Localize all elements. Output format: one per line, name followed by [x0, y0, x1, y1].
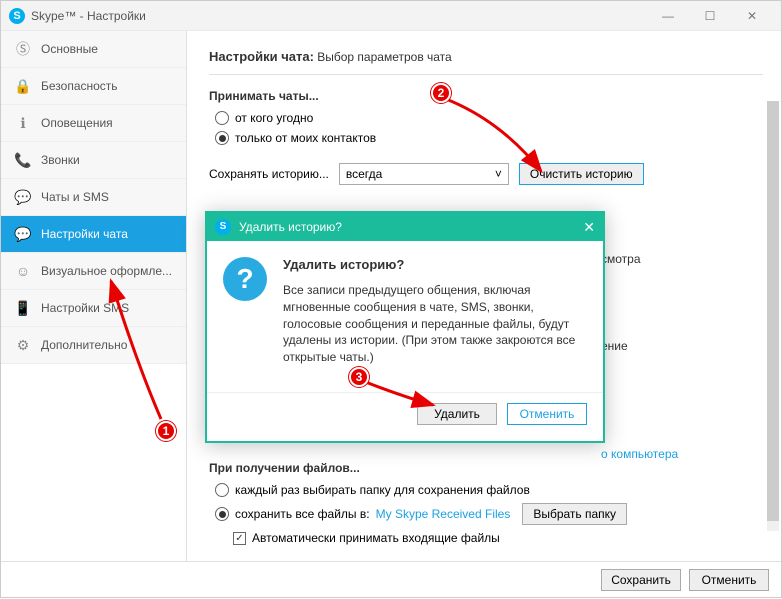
skype-logo-icon: S [215, 219, 231, 235]
files-ask-radio[interactable]: каждый раз выбирать папку для сохранения… [215, 483, 763, 497]
history-select[interactable]: всегда ˅ [339, 163, 509, 185]
sidebar-item-general[interactable]: Ⓢ Основные [1, 31, 186, 68]
radio-label: от кого угодно [235, 111, 313, 125]
dialog-message: Все записи предыдущего общения, включая … [283, 282, 587, 366]
sidebar-item-chat-settings[interactable]: 💬 Настройки чата [1, 216, 186, 253]
smile-icon: ☺ [15, 263, 31, 279]
sidebar-item-label: Настройки чата [41, 227, 128, 241]
accept-chats-title: Принимать чаты... [209, 89, 763, 103]
dialog-titlebar: S Удалить историю? ✕ [207, 213, 603, 241]
radio-label: сохранить все файлы в: [235, 507, 370, 521]
auto-accept-checkbox[interactable]: Автоматически принимать входящие файлы [233, 531, 763, 545]
choose-folder-button[interactable]: Выбрать папку [522, 503, 627, 525]
page-title: Настройки чата: Выбор параметров чата [209, 49, 763, 64]
window-title: Skype™ - Настройки [31, 9, 146, 23]
window-controls: — ☐ ✕ [647, 2, 773, 30]
sidebar-item-label: Чаты и SMS [41, 190, 109, 204]
dialog-footer: Сохранить Отменить [1, 561, 781, 597]
annotation-badge-3: 3 [349, 367, 369, 387]
delete-history-dialog: S Удалить историю? ✕ ? Удалить историю? … [205, 211, 605, 443]
divider [209, 74, 763, 75]
clear-history-button[interactable]: Очистить историю [519, 163, 644, 185]
sidebar-item-notifications[interactable]: ℹ Оповещения [1, 105, 186, 142]
accept-contacts-radio[interactable]: только от моих контактов [215, 131, 763, 145]
sidebar-item-visual[interactable]: ☺ Визуальное оформле... [1, 253, 186, 290]
annotation-badge-1: 1 [156, 421, 176, 441]
scrollbar-thumb[interactable] [767, 101, 779, 521]
question-icon: ? [223, 257, 267, 301]
chat-bubble-icon: 💬 [15, 226, 31, 243]
content-scrollbar[interactable] [767, 101, 779, 531]
select-value: всегда [346, 167, 382, 181]
dialog-cancel-button[interactable]: Отменить [507, 403, 587, 425]
accept-anyone-radio[interactable]: от кого угодно [215, 111, 763, 125]
mobile-icon: 📱 [15, 300, 31, 317]
dialog-body: ? Удалить историю? Все записи предыдущег… [207, 241, 603, 382]
radio-icon [215, 111, 229, 125]
radio-icon [215, 483, 229, 497]
sidebar-item-security[interactable]: 🔒 Безопасность [1, 68, 186, 105]
sidebar-item-label: Настройки SMS [41, 301, 129, 315]
files-save-radio[interactable]: сохранить все файлы в: My Skype Received… [215, 503, 763, 525]
minimize-button[interactable]: — [647, 2, 689, 30]
dialog-close-button[interactable]: ✕ [583, 219, 595, 236]
sidebar-item-label: Основные [41, 42, 98, 56]
lock-icon: 🔒 [15, 78, 31, 95]
phone-icon: 📞 [15, 152, 31, 169]
chevron-down-icon: ˅ [495, 167, 502, 181]
sidebar-item-chats-sms[interactable]: 💬 Чаты и SMS [1, 179, 186, 216]
sidebar-item-label: Дополнительно [41, 338, 127, 352]
radio-icon [215, 507, 229, 521]
radio-label: каждый раз выбирать папку для сохранения… [235, 483, 530, 497]
dialog-footer-buttons: Удалить Отменить [207, 392, 603, 441]
chat-icon: 💬 [15, 189, 31, 206]
titlebar: S Skype™ - Настройки — ☐ ✕ [1, 1, 781, 31]
heading-bold: Настройки чата: [209, 49, 314, 64]
behind-text-change: ение [601, 339, 628, 353]
info-icon: ℹ [15, 115, 31, 132]
checkbox-label: Автоматически принимать входящие файлы [252, 531, 500, 545]
files-folder-link[interactable]: My Skype Received Files [376, 507, 511, 521]
cancel-button[interactable]: Отменить [689, 569, 769, 591]
radio-label: только от моих контактов [235, 131, 376, 145]
behind-text-computer[interactable]: о компьютера [601, 447, 678, 461]
behind-text-view: смотра [601, 252, 641, 266]
history-row: Сохранять историю... всегда ˅ Очистить и… [209, 163, 763, 185]
close-button[interactable]: ✕ [731, 2, 773, 30]
files-title: При получении файлов... [209, 461, 763, 475]
heading-rest: Выбор параметров чата [314, 50, 452, 64]
skype-logo-icon: S [9, 8, 25, 24]
settings-sidebar: Ⓢ Основные 🔒 Безопасность ℹ Оповещения 📞… [1, 31, 186, 561]
save-button[interactable]: Сохранить [601, 569, 681, 591]
sidebar-item-label: Оповещения [41, 116, 113, 130]
dialog-title: Удалить историю? [239, 220, 342, 234]
dialog-heading: Удалить историю? [283, 257, 587, 272]
dialog-delete-button[interactable]: Удалить [417, 403, 497, 425]
checkbox-icon [233, 532, 246, 545]
sidebar-item-advanced[interactable]: ⚙ Дополнительно [1, 327, 186, 364]
sidebar-item-sms-settings[interactable]: 📱 Настройки SMS [1, 290, 186, 327]
annotation-badge-2: 2 [431, 83, 451, 103]
maximize-button[interactable]: ☐ [689, 2, 731, 30]
sidebar-item-label: Визуальное оформле... [41, 264, 172, 278]
skype-icon: Ⓢ [15, 39, 31, 59]
sidebar-item-label: Звонки [41, 153, 80, 167]
history-label: Сохранять историю... [209, 167, 329, 181]
sidebar-item-label: Безопасность [41, 79, 118, 93]
gear-icon: ⚙ [15, 337, 31, 354]
radio-icon [215, 131, 229, 145]
sidebar-item-calls[interactable]: 📞 Звонки [1, 142, 186, 179]
